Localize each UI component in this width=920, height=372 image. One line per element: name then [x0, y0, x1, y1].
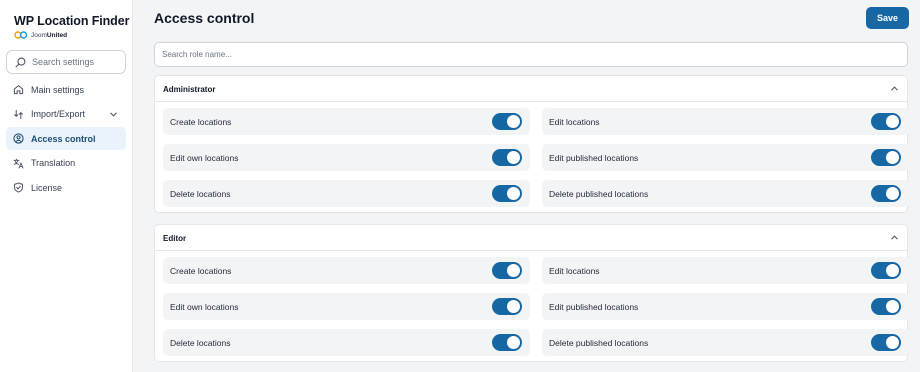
sidebar-item-label: Import/Export [31, 109, 86, 119]
permission-toggle[interactable] [871, 185, 901, 202]
permission-row: Delete locations [163, 329, 530, 356]
sidebar-item-import-export[interactable]: Import/Export [6, 103, 126, 126]
save-button[interactable]: Save [866, 7, 909, 29]
permission-row: Create locations [163, 108, 530, 135]
settings-search[interactable] [6, 50, 126, 74]
import-export-icon [14, 109, 23, 119]
page-title: Access control [154, 10, 255, 26]
sidebar-item-access-control[interactable]: Access control [6, 127, 126, 150]
logo-sub-text: JoomUnited [31, 31, 68, 39]
permission-row: Delete published locations [542, 180, 909, 207]
translate-icon [13, 158, 24, 169]
sidebar: WP Location Finder JoomUnited Main setti… [0, 0, 133, 372]
permission-label: Delete published locations [549, 338, 649, 348]
permission-label: Delete locations [170, 189, 231, 199]
sidebar-item-main-settings[interactable]: Main settings [6, 78, 126, 101]
sidebar-item-license[interactable]: License [6, 176, 126, 199]
chevron-up-icon[interactable] [890, 84, 899, 93]
permission-label: Edit locations [549, 117, 600, 127]
sidebar-item-label: License [31, 182, 63, 193]
chevron-up-icon[interactable] [890, 233, 899, 242]
sidebar-item-label: Main settings [31, 84, 85, 95]
role-name: Editor [163, 234, 187, 243]
permission-toggle[interactable] [871, 262, 901, 279]
role-name: Administrator [163, 85, 216, 94]
permission-row: Edit locations [542, 257, 909, 284]
logo[interactable]: WP Location Finder JoomUnited [14, 14, 129, 39]
permission-row: Create locations [163, 257, 530, 284]
home-icon [13, 85, 24, 95]
permission-toggle[interactable] [492, 262, 522, 279]
permission-row: Delete published locations [542, 329, 909, 356]
permission-label: Delete published locations [549, 189, 649, 199]
role-header[interactable]: Administrator [155, 76, 907, 102]
permission-toggle[interactable] [871, 149, 901, 166]
role-search-input[interactable] [154, 42, 908, 67]
role-card-editor: Editor Create locations Edit locations E… [154, 224, 909, 362]
settings-search-input[interactable] [32, 57, 122, 67]
joomunited-logo-icon [14, 31, 28, 39]
permission-row: Edit locations [542, 108, 909, 135]
permission-label: Delete locations [170, 338, 231, 348]
permission-label: Edit published locations [549, 153, 639, 163]
sidebar-item-translation[interactable]: Translation [6, 152, 126, 175]
role-header[interactable]: Editor [155, 225, 907, 251]
permission-label: Edit own locations [170, 302, 239, 312]
permission-row: Edit published locations [542, 144, 909, 171]
main-content: Access control Save Administrator Create… [133, 0, 920, 372]
permission-toggle[interactable] [492, 113, 522, 130]
sidebar-item-label: Translation [31, 158, 76, 168]
sidebar-item-label: Access control [31, 133, 96, 144]
permission-row: Edit own locations [163, 293, 530, 320]
permission-label: Edit own locations [170, 153, 239, 163]
search-icon [15, 57, 26, 67]
permission-label: Edit locations [549, 266, 600, 276]
permission-toggle[interactable] [492, 185, 522, 202]
permission-label: Create locations [170, 117, 232, 127]
sidebar-nav: Main settings Import/Export Access contr… [6, 78, 126, 201]
logo-title: WP Location Finder [14, 14, 130, 28]
user-circle-icon [13, 133, 24, 144]
logo-subtitle: JoomUnited [14, 31, 129, 39]
permission-toggle[interactable] [492, 298, 522, 315]
permission-toggle[interactable] [871, 298, 901, 315]
permission-label: Create locations [170, 266, 232, 276]
role-card-administrator: Administrator Create locations Edit loca… [154, 75, 909, 213]
permission-label: Edit published locations [549, 302, 639, 312]
shield-check-icon [14, 182, 23, 193]
permission-toggle[interactable] [492, 334, 522, 351]
permission-toggle[interactable] [871, 113, 901, 130]
permission-row: Edit own locations [163, 144, 530, 171]
permission-toggle[interactable] [492, 149, 522, 166]
chevron-down-icon[interactable] [109, 110, 118, 119]
permission-row: Edit published locations [542, 293, 909, 320]
permission-row: Delete locations [163, 180, 530, 207]
permission-toggle[interactable] [871, 334, 901, 351]
